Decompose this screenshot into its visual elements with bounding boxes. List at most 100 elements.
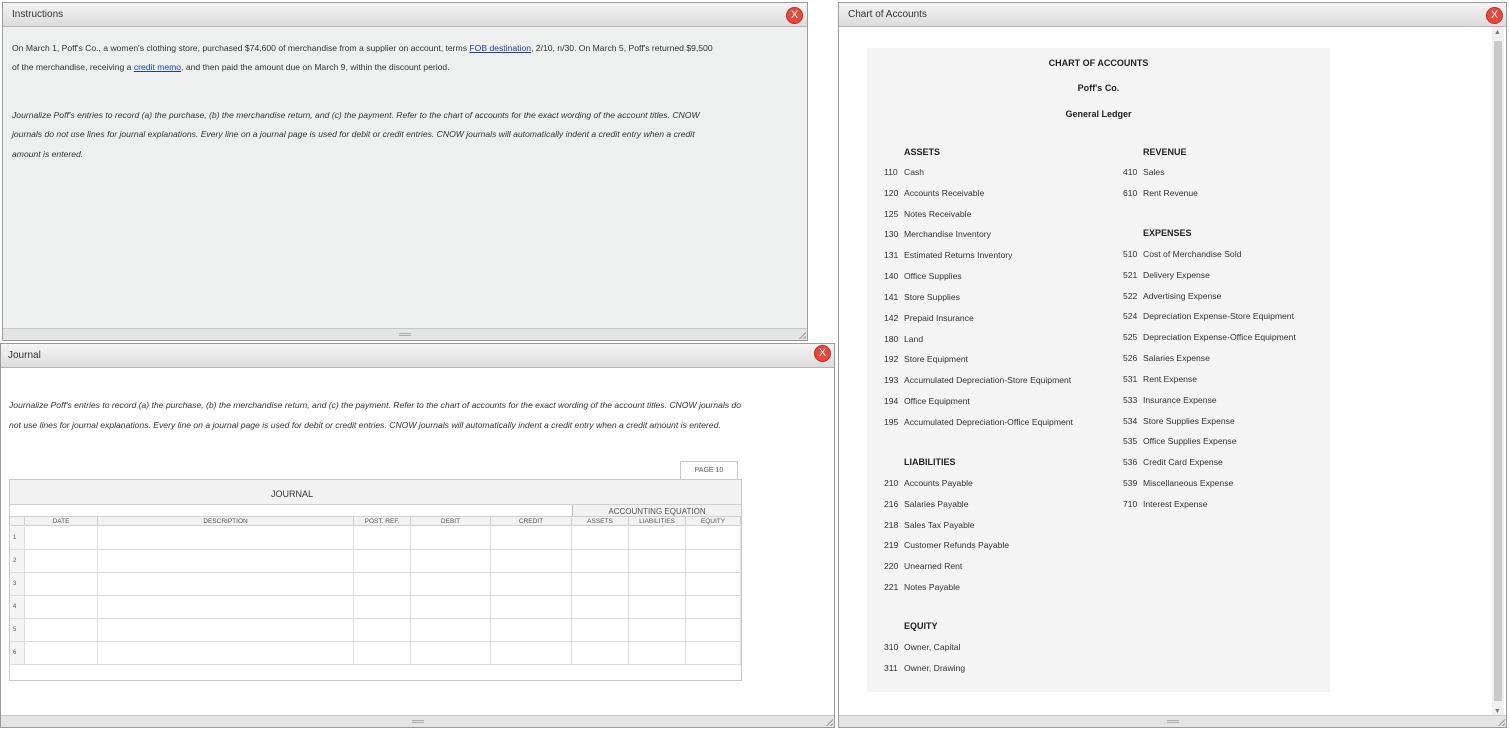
account-number: 526 xyxy=(1123,353,1138,364)
credit-cell[interactable] xyxy=(491,619,572,642)
description-cell[interactable] xyxy=(98,573,354,596)
resize-corner-icon[interactable] xyxy=(1497,718,1505,726)
journal-resize-bar[interactable] xyxy=(1,715,834,727)
date-cell[interactable] xyxy=(25,596,98,619)
post-ref-cell[interactable] xyxy=(354,642,411,665)
assets-cell[interactable] xyxy=(572,550,629,573)
account-number: 195 xyxy=(884,416,899,427)
equity-cell[interactable] xyxy=(686,550,741,573)
date-cell[interactable] xyxy=(25,642,98,665)
grip-icon xyxy=(411,720,424,723)
equity-cell[interactable] xyxy=(686,573,741,596)
assets-cell[interactable] xyxy=(572,573,629,596)
instructions-line-2: of the merchandise, receiving a credit m… xyxy=(12,58,450,78)
debit-cell[interactable] xyxy=(411,550,491,573)
equity-cell[interactable] xyxy=(686,527,741,550)
coa-close-button[interactable]: X xyxy=(1486,7,1503,24)
equity-cell[interactable] xyxy=(686,596,741,619)
post-ref-cell[interactable] xyxy=(354,619,411,642)
credit-cell[interactable] xyxy=(491,527,572,550)
equity-cell[interactable] xyxy=(686,619,741,642)
debit-cell[interactable] xyxy=(411,527,491,550)
equity-cell[interactable] xyxy=(686,642,741,665)
fob-destination-link[interactable]: FOB destination xyxy=(469,43,531,53)
journal-close-button[interactable]: X xyxy=(814,345,831,362)
journal-instructions-line-2: not use lines for journal explanations. … xyxy=(9,419,721,430)
date-cell[interactable] xyxy=(25,550,98,573)
liabilities-cell[interactable] xyxy=(629,573,686,596)
assets-cell[interactable] xyxy=(572,527,629,550)
assets-cell[interactable] xyxy=(572,619,629,642)
debit-cell[interactable] xyxy=(411,619,491,642)
credit-cell[interactable] xyxy=(491,550,572,573)
instructions-text: , and then paid the amount due on March … xyxy=(181,62,450,72)
account-liabilities-item: 221 Notes Payable xyxy=(884,582,960,592)
liabilities-cell[interactable] xyxy=(629,550,686,573)
account-number: 310 xyxy=(884,642,899,652)
account-number: 194 xyxy=(884,396,899,407)
account-equity-item: 311 Owner, Drawing xyxy=(884,663,965,673)
instructions-close-button[interactable]: X xyxy=(786,7,803,24)
account-expenses-item: 534 Store Supplies Expense xyxy=(1123,416,1235,426)
liabilities-cell[interactable] xyxy=(629,527,686,550)
description-cell[interactable] xyxy=(98,619,354,642)
account-number: 531 xyxy=(1123,373,1138,384)
account-expenses-item: 526 Salaries Expense xyxy=(1123,353,1210,363)
credit-cell[interactable] xyxy=(491,642,572,665)
post-ref-cell[interactable] xyxy=(354,550,411,573)
resize-corner-icon[interactable] xyxy=(825,718,833,726)
credit-cell[interactable] xyxy=(491,596,572,619)
assets-cell[interactable] xyxy=(572,642,629,665)
account-number: 220 xyxy=(884,561,899,572)
scroll-thumb[interactable] xyxy=(1494,41,1502,701)
account-liabilities-item: 219 Customer Refunds Payable xyxy=(884,540,1009,550)
account-name: Customer Refunds Payable xyxy=(904,540,1010,551)
row-number: 1 xyxy=(10,527,25,550)
scroll-up-icon[interactable]: ▲ xyxy=(1494,29,1501,36)
instructions-titlebar[interactable]: Instructions xyxy=(3,3,807,27)
date-cell[interactable] xyxy=(25,573,98,596)
description-cell[interactable] xyxy=(98,642,354,665)
instructions-italic-3: amount is entered. xyxy=(12,149,84,159)
liabilities-cell[interactable] xyxy=(629,596,686,619)
journal-title: Journal xyxy=(8,350,41,361)
account-number: 216 xyxy=(884,498,899,509)
coa-company: Poff's Co. xyxy=(1077,83,1120,93)
account-name: Merchandise Inventory xyxy=(904,229,991,240)
coa-titlebar[interactable]: Chart of Accounts xyxy=(839,3,1506,27)
liabilities-cell[interactable] xyxy=(629,619,686,642)
liabilities-cell[interactable] xyxy=(629,642,686,665)
account-name: Owner, Capital xyxy=(904,642,961,652)
credit-column-header: CREDIT xyxy=(491,516,572,526)
description-cell[interactable] xyxy=(98,550,354,573)
debit-cell[interactable] xyxy=(411,573,491,596)
coa-ledger: General Ledger xyxy=(1065,109,1132,119)
date-cell[interactable] xyxy=(25,619,98,642)
account-name: Store Equipment xyxy=(904,354,969,365)
debit-cell[interactable] xyxy=(411,596,491,619)
account-number: 140 xyxy=(884,271,899,282)
debit-cell[interactable] xyxy=(411,642,491,665)
account-name: Salaries Expense xyxy=(1143,353,1210,364)
coa-scrollbar[interactable]: ▲ ▼ xyxy=(1492,27,1504,717)
credit-cell[interactable] xyxy=(491,573,572,596)
post-ref-cell[interactable] xyxy=(354,573,411,596)
credit-memo-link[interactable]: credit memo xyxy=(134,62,181,72)
row-number: 3 xyxy=(10,573,25,596)
coa-heading: CHART OF ACCOUNTS xyxy=(1048,58,1149,68)
row-number: 4 xyxy=(10,596,25,619)
description-cell[interactable] xyxy=(98,527,354,550)
expenses-heading: EXPENSES xyxy=(1143,228,1192,238)
post-ref-cell[interactable] xyxy=(354,527,411,550)
date-cell[interactable] xyxy=(25,527,98,550)
scroll-down-icon[interactable]: ▼ xyxy=(1494,708,1501,715)
post-ref-cell[interactable] xyxy=(354,596,411,619)
account-name: Delivery Expense xyxy=(1143,269,1210,280)
assets-cell[interactable] xyxy=(572,596,629,619)
coa-resize-bar[interactable] xyxy=(839,715,1506,727)
instructions-resize-bar[interactable] xyxy=(3,328,807,340)
instructions-text: On March 1, Poff's Co., a women's clothi… xyxy=(12,43,470,53)
description-cell[interactable] xyxy=(98,596,354,619)
journal-titlebar[interactable]: Journal xyxy=(1,344,834,368)
resize-corner-icon[interactable] xyxy=(798,331,806,339)
